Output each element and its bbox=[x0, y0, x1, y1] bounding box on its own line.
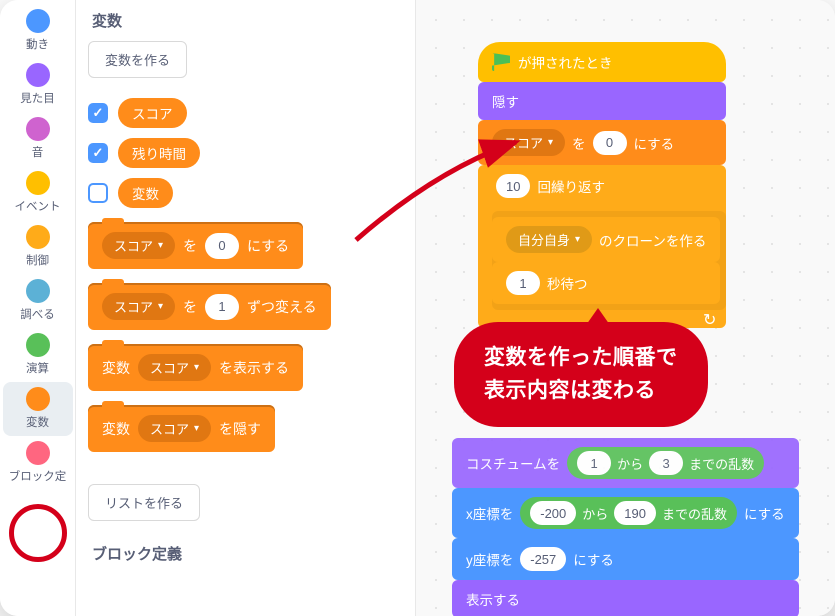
block-hide-variable[interactable]: 変数 スコア を隠す bbox=[88, 405, 403, 452]
block-set-variable[interactable]: スコア を 0 にする bbox=[478, 120, 726, 165]
block-palette: 変数 変数を作る ✓ スコア ✓ 残り時間 変数 スコア を 0 にする スコア… bbox=[76, 0, 416, 616]
variable-dropdown[interactable]: スコア bbox=[492, 129, 565, 156]
block-change-variable[interactable]: スコア を 1 ずつ変える bbox=[88, 283, 403, 330]
category-variables[interactable]: 変数 bbox=[3, 382, 73, 436]
category-events[interactable]: イベント bbox=[3, 166, 73, 220]
block-set-variable[interactable]: スコア を 0 にする bbox=[88, 222, 403, 269]
variable-chip[interactable]: 変数 bbox=[118, 178, 173, 208]
variable-chip[interactable]: スコア bbox=[118, 98, 187, 128]
category-myblocks[interactable]: ブロック定 bbox=[3, 436, 73, 490]
variable-checkbox[interactable]: ✓ bbox=[88, 143, 108, 163]
section-header-variables: 変数 bbox=[92, 10, 403, 31]
block-wait[interactable]: 1 秒待つ bbox=[492, 262, 720, 304]
variable-row: ✓ 残り時間 bbox=[88, 138, 403, 168]
block-set-y[interactable]: y座標を -257 にする bbox=[452, 538, 799, 580]
number-input[interactable]: 1 bbox=[506, 271, 540, 295]
script-stack[interactable]: コスチュームを 1 から 3 までの乱数 x座標を -200 から 190 まで… bbox=[452, 438, 799, 616]
block-when-flag-clicked[interactable]: が押されたとき bbox=[478, 42, 726, 82]
variable-checkbox[interactable] bbox=[88, 183, 108, 203]
scripts-workspace[interactable]: が押されたとき 隠す スコア を 0 にする 10 回繰り返す 自分自身 のクロ… bbox=[416, 0, 835, 616]
green-flag-icon bbox=[492, 53, 510, 71]
block-show[interactable]: 表示する bbox=[452, 580, 799, 616]
variable-dropdown[interactable]: スコア bbox=[138, 354, 211, 381]
make-variable-button[interactable]: 変数を作る bbox=[88, 41, 187, 78]
number-input[interactable]: 0 bbox=[593, 131, 627, 155]
category-looks[interactable]: 見た目 bbox=[3, 58, 73, 112]
block-switch-costume[interactable]: コスチュームを 1 から 3 までの乱数 bbox=[452, 438, 799, 488]
category-motion[interactable]: 動き bbox=[3, 4, 73, 58]
number-input[interactable]: 10 bbox=[496, 174, 530, 198]
annotation-circle bbox=[9, 504, 67, 562]
category-control[interactable]: 制御 bbox=[3, 220, 73, 274]
script-stack[interactable]: が押されたとき 隠す スコア を 0 にする 10 回繰り返す 自分自身 のクロ… bbox=[478, 42, 726, 328]
block-create-clone[interactable]: 自分自身 のクローンを作る bbox=[492, 217, 720, 262]
block-set-x[interactable]: x座標を -200 から 190 までの乱数 にする bbox=[452, 488, 799, 538]
annotation-bubble: 変数を作った順番で 表示内容は変わる bbox=[454, 322, 708, 427]
make-list-button[interactable]: リストを作る bbox=[88, 484, 200, 521]
variable-row: 変数 bbox=[88, 178, 403, 208]
category-sensing[interactable]: 調べる bbox=[3, 274, 73, 328]
variable-row: ✓ スコア bbox=[88, 98, 403, 128]
clone-target-dropdown[interactable]: 自分自身 bbox=[506, 226, 592, 253]
category-operators[interactable]: 演算 bbox=[3, 328, 73, 382]
operator-random[interactable]: 1 から 3 までの乱数 bbox=[567, 447, 764, 479]
variable-dropdown[interactable]: スコア bbox=[102, 232, 175, 259]
block-hide[interactable]: 隠す bbox=[478, 82, 726, 120]
variable-checkbox[interactable]: ✓ bbox=[88, 103, 108, 123]
category-sidebar: 動き 見た目 音 イベント 制御 調べる 演算 変数 ブロック定 bbox=[0, 0, 76, 616]
number-input[interactable]: 0 bbox=[205, 233, 239, 259]
block-show-variable[interactable]: 変数 スコア を表示する bbox=[88, 344, 403, 391]
category-sound[interactable]: 音 bbox=[3, 112, 73, 166]
variable-chip[interactable]: 残り時間 bbox=[118, 138, 200, 168]
number-input[interactable]: -257 bbox=[520, 547, 566, 571]
section-header-myblocks: ブロック定義 bbox=[92, 543, 403, 564]
number-input[interactable]: 1 bbox=[205, 294, 239, 320]
operator-random[interactable]: -200 から 190 までの乱数 bbox=[520, 497, 737, 529]
block-repeat[interactable]: 10 回繰り返す 自分自身 のクローンを作る 1 秒待つ ↻ bbox=[478, 165, 726, 328]
variable-dropdown[interactable]: スコア bbox=[138, 415, 211, 442]
variable-dropdown[interactable]: スコア bbox=[102, 293, 175, 320]
loop-arrow-icon: ↻ bbox=[703, 310, 716, 320]
